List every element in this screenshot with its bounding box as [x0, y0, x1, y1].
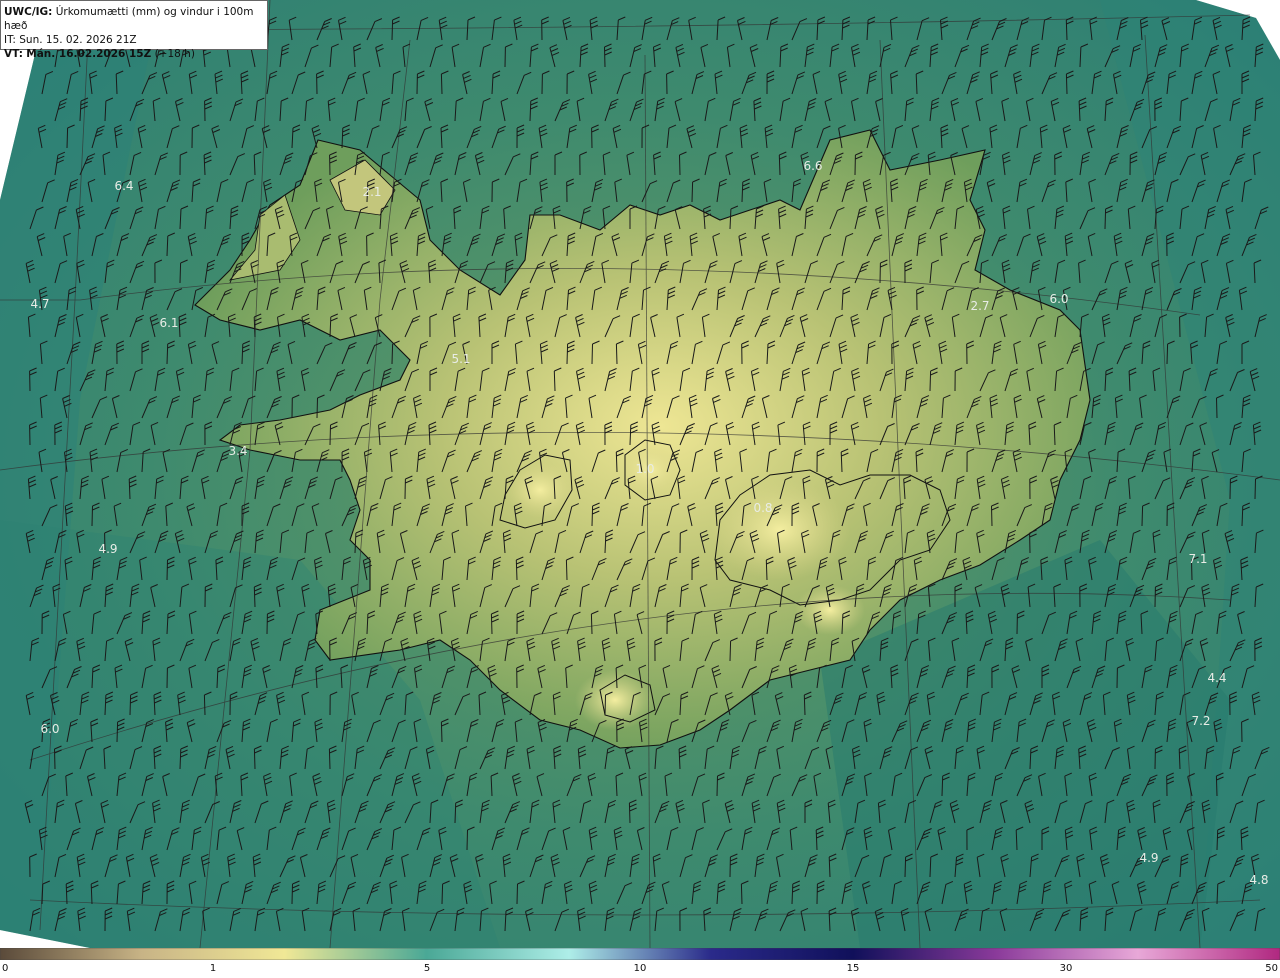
precip-value-label: 4.9: [1139, 851, 1158, 865]
precip-value-label: 6.6: [803, 159, 822, 173]
precip-value-label: 0.8: [753, 501, 772, 515]
precip-value-label: 3.4: [228, 444, 247, 458]
color-scale-tick-label: 15: [846, 963, 860, 974]
color-scale-tick-label: 30: [1059, 963, 1073, 974]
valid-time-value: Mán. 16.02.2026 15Z: [26, 48, 152, 60]
color-scale-ticks: 0 1 5 10 15 30 50: [0, 963, 1280, 977]
color-scale-tick-label: 50: [1265, 963, 1278, 974]
precip-value-label: 4.9: [98, 542, 117, 556]
precip-value-label: 6.1: [159, 316, 178, 330]
init-time-label: IT:: [4, 34, 16, 46]
color-scale-tick-label: 0: [2, 963, 9, 974]
precip-value-label: 4.8: [1249, 873, 1268, 887]
product-name: UWC/IG:: [4, 6, 53, 18]
init-time-value: Sun. 15. 02. 2026 21Z: [19, 34, 137, 46]
precip-value-label: 2.1: [362, 185, 381, 199]
precip-value-label: 6.4: [114, 179, 133, 193]
init-time-line: IT: Sun. 15. 02. 2026 21Z: [4, 33, 264, 47]
valid-time-line: VT: Mán. 16.02.2026 15Z (+18 h): [4, 47, 264, 61]
title-line: UWC/IG: Úrkomumætti (mm) og vindur i 100…: [4, 5, 264, 33]
precip-value-label: 6.0: [1049, 292, 1068, 306]
precip-value-label: 4.7: [30, 297, 49, 311]
color-scale-bar: [0, 948, 1280, 960]
precip-value-label: 6.0: [40, 722, 59, 736]
precip-value-label: 7.2: [1191, 714, 1210, 728]
precip-value-label: 4.4: [1207, 671, 1226, 685]
precip-value-label: 5.1: [451, 352, 470, 366]
valid-time-label: VT:: [4, 48, 23, 60]
precipitation-wind-map: 6.4 4.7 6.1 4.9 6.0 6.6 5.1 6.0 2.7 7.1 4.4 7.2 4.9 4…: [0, 0, 1280, 948]
color-scale-tick-label: 5: [423, 963, 431, 974]
color-scale-tick-label: 10: [633, 963, 647, 974]
map-stage: 6.4 4.7 6.1 4.9 6.0 6.6 5.1 6.0 2.7 7.1 4.4 7.2 4.9 4…: [0, 0, 1280, 978]
valid-time-offset: (+18 h): [154, 48, 195, 60]
title-box: UWC/IG: Úrkomumætti (mm) og vindur i 100…: [0, 0, 268, 60]
color-scale-tick-label: 1: [209, 963, 217, 974]
precip-value-label: 1.0: [635, 462, 654, 476]
precip-value-label: 7.1: [1188, 552, 1207, 566]
precip-value-label: 2.7: [970, 299, 989, 313]
